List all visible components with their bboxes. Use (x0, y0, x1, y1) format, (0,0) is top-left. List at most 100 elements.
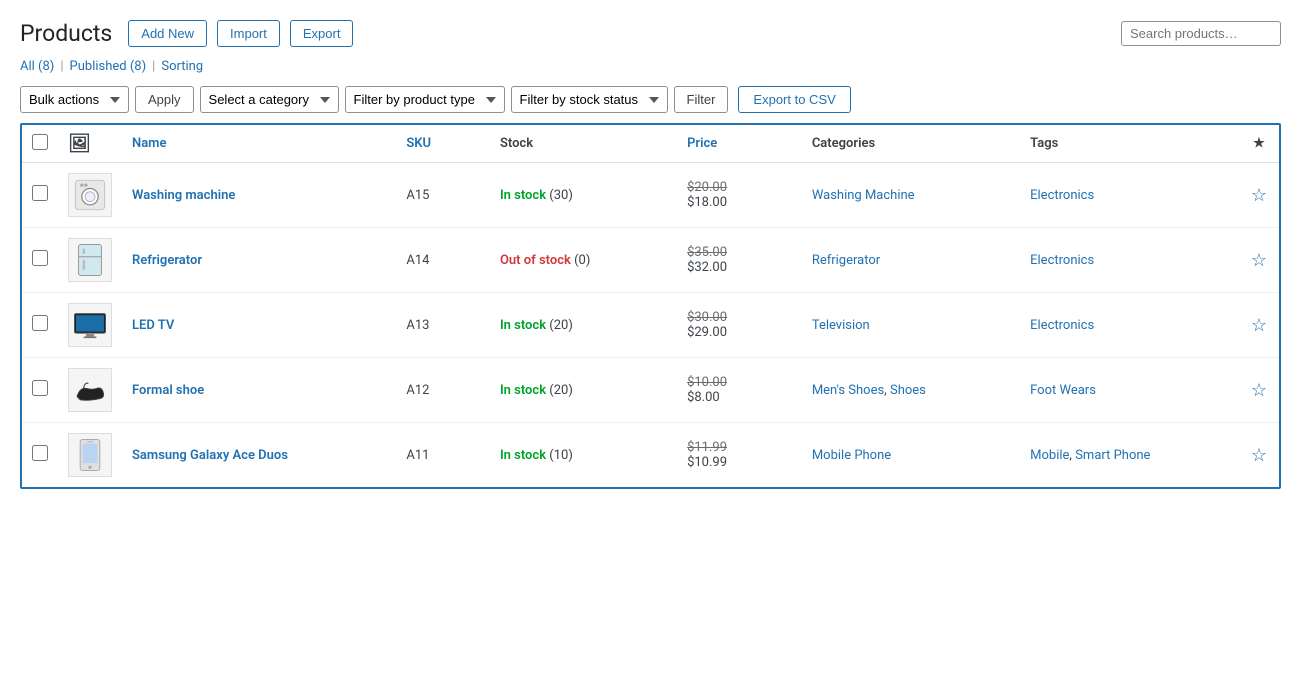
category-link[interactable]: Washing Machine (812, 188, 915, 203)
tag-link[interactable]: Electronics (1030, 318, 1094, 333)
product-image-cell (58, 293, 122, 358)
featured-toggle-button[interactable]: ☆ (1251, 186, 1267, 204)
products-table-wrap: 🖼 Name SKU Stock Price Categories Tags ★… (20, 123, 1281, 489)
product-categories-cell: Washing Machine (802, 163, 1020, 228)
stock-status-filter-select[interactable]: Filter by stock status (511, 86, 668, 113)
price-sale: $29.00 (687, 325, 792, 340)
product-tags-cell: Mobile, Smart Phone (1020, 423, 1239, 488)
product-image (68, 238, 112, 282)
stock-status: Out of stock (500, 253, 571, 268)
product-sku-cell: A12 (396, 358, 490, 423)
stock-qty: (30) (549, 188, 573, 203)
row-checkbox[interactable] (32, 185, 48, 201)
price-sale: $18.00 (687, 195, 792, 210)
filter-sorting-link[interactable]: Sorting (161, 59, 203, 74)
select-all-header (22, 125, 58, 163)
product-sku-cell: A11 (396, 423, 490, 488)
featured-toggle-button[interactable]: ☆ (1251, 251, 1267, 269)
page-title: Products (20, 20, 112, 47)
price-original: $20.00 (687, 180, 792, 195)
product-name-link[interactable]: Washing machine (132, 188, 235, 203)
product-stock-cell: In stock (20) (490, 293, 677, 358)
stock-qty: (20) (549, 383, 573, 398)
search-input[interactable] (1121, 21, 1281, 46)
price-original: $11.99 (687, 440, 792, 455)
tag-link[interactable]: Foot Wears (1030, 383, 1096, 398)
row-checkbox-cell (22, 423, 58, 488)
category-link[interactable]: Mobile Phone (812, 448, 891, 463)
product-featured-cell: ☆ (1239, 163, 1279, 228)
featured-col-header: ★ (1239, 125, 1279, 163)
product-image (68, 303, 112, 347)
product-price-cell: $11.99 $10.99 (677, 423, 802, 488)
featured-toggle-button[interactable]: ☆ (1251, 381, 1267, 399)
product-name-link[interactable]: LED TV (132, 318, 174, 333)
product-featured-cell: ☆ (1239, 228, 1279, 293)
product-name-cell: Washing machine (122, 163, 396, 228)
image-col-header: 🖼 (58, 125, 122, 163)
toolbar: Bulk actions Apply Select a category Fil… (20, 86, 1281, 113)
product-stock-cell: In stock (20) (490, 358, 677, 423)
products-table: 🖼 Name SKU Stock Price Categories Tags ★… (22, 125, 1279, 487)
product-price-cell: $20.00 $18.00 (677, 163, 802, 228)
categories-col-header: Categories (802, 125, 1020, 163)
product-stock-cell: Out of stock (0) (490, 228, 677, 293)
category-link[interactable]: Shoes (890, 383, 926, 398)
featured-toggle-button[interactable]: ☆ (1251, 446, 1267, 464)
apply-button[interactable]: Apply (135, 86, 194, 113)
category-filter-select[interactable]: Select a category (200, 86, 339, 113)
featured-toggle-button[interactable]: ☆ (1251, 316, 1267, 334)
tag-link[interactable]: Mobile (1030, 448, 1069, 463)
stock-status: In stock (500, 448, 546, 463)
row-checkbox-cell (22, 293, 58, 358)
product-name-link[interactable]: Refrigerator (132, 253, 202, 268)
import-button[interactable]: Import (217, 20, 280, 47)
export-button[interactable]: Export (290, 20, 354, 47)
product-name-cell: Refrigerator (122, 228, 396, 293)
stock-qty: (0) (574, 253, 590, 268)
table-row: Samsung Galaxy Ace Duos A11 In stock (10… (22, 423, 1279, 488)
product-sku-cell: A14 (396, 228, 490, 293)
product-tags-cell: Foot Wears (1020, 358, 1239, 423)
select-all-checkbox[interactable] (32, 134, 48, 150)
product-sku-cell: A15 (396, 163, 490, 228)
bulk-actions-select[interactable]: Bulk actions (20, 86, 129, 113)
table-row: Washing machine A15 In stock (30) $20.00… (22, 163, 1279, 228)
product-image-cell (58, 358, 122, 423)
product-price-cell: $30.00 $29.00 (677, 293, 802, 358)
stock-status: In stock (500, 383, 546, 398)
product-name-link[interactable]: Formal shoe (132, 383, 204, 398)
category-link[interactable]: Television (812, 318, 870, 333)
tag-link[interactable]: Smart Phone (1075, 448, 1150, 463)
price-sale: $10.99 (687, 455, 792, 470)
filter-published-link[interactable]: Published (8) (70, 59, 147, 74)
add-new-button[interactable]: Add New (128, 20, 207, 47)
filter-all-link[interactable]: All (8) (20, 59, 54, 74)
product-image-cell (58, 163, 122, 228)
stock-qty: (10) (549, 448, 573, 463)
category-link[interactable]: Refrigerator (812, 253, 880, 268)
sep-1: | (60, 59, 63, 74)
tag-link[interactable]: Electronics (1030, 253, 1094, 268)
row-checkbox[interactable] (32, 445, 48, 461)
sep-2: | (152, 59, 155, 74)
export-csv-button[interactable]: Export to CSV (738, 86, 850, 113)
product-name-cell: Formal shoe (122, 358, 396, 423)
filter-button[interactable]: Filter (674, 86, 729, 113)
row-checkbox-cell (22, 163, 58, 228)
row-checkbox[interactable] (32, 315, 48, 331)
row-checkbox[interactable] (32, 380, 48, 396)
product-name-link[interactable]: Samsung Galaxy Ace Duos (132, 448, 288, 463)
product-price-cell: $10.00 $8.00 (677, 358, 802, 423)
tags-col-header: Tags (1020, 125, 1239, 163)
price-original: $10.00 (687, 375, 792, 390)
price-original: $35.00 (687, 245, 792, 260)
product-type-filter-select[interactable]: Filter by product type (345, 86, 505, 113)
product-categories-cell: Television (802, 293, 1020, 358)
tag-link[interactable]: Electronics (1030, 188, 1094, 203)
product-stock-cell: In stock (10) (490, 423, 677, 488)
sku-col-header: SKU (396, 125, 490, 163)
row-checkbox[interactable] (32, 250, 48, 266)
category-link[interactable]: Men's Shoes (812, 383, 884, 398)
product-categories-cell: Refrigerator (802, 228, 1020, 293)
